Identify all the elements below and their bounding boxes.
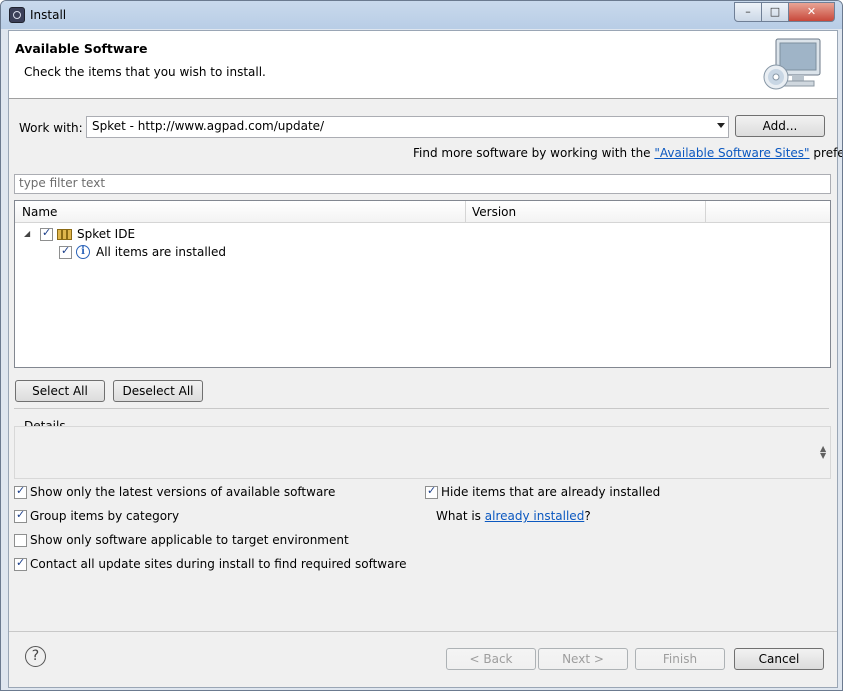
what-is-installed-text: What is already installed? [436, 509, 591, 523]
spket-ide-checkbox[interactable] [40, 226, 53, 241]
select-all-button[interactable]: Select All [15, 380, 105, 402]
what-is-prefix: What is [436, 509, 481, 523]
install-window: Install – □ ✕ Available Software Check t… [0, 0, 843, 691]
filter-input[interactable]: type filter text [14, 174, 831, 194]
close-button[interactable]: ✕ [788, 2, 835, 22]
column-separator[interactable] [705, 201, 706, 222]
find-more-text: Find more software by working with the "… [413, 146, 842, 160]
finish-button[interactable]: Finish [635, 648, 725, 670]
hide-installed-label: Hide items that are already installed [441, 485, 661, 499]
dropdown-arrow-icon[interactable] [717, 123, 725, 128]
show-latest-label: Show only the latest versions of availab… [30, 485, 336, 499]
show-applicable-label: Show only software applicable to target … [30, 533, 349, 547]
maximize-button[interactable]: □ [761, 2, 789, 22]
column-version-header[interactable]: Version [472, 205, 516, 219]
hide-installed-checkbox[interactable] [425, 484, 438, 499]
window-title: Install [30, 8, 67, 22]
tree-row-spket-ide[interactable]: ◢ Spket IDE [15, 225, 830, 243]
tree-row-all-installed[interactable]: i All items are installed [15, 243, 830, 261]
dialog-client: Available Software Check the items that … [8, 30, 842, 688]
column-name-header[interactable]: Name [22, 205, 57, 219]
work-with-label: Work with: [19, 121, 83, 135]
group-by-category-label: Group items by category [30, 509, 180, 523]
details-scroll-arrows[interactable]: ▲ ▼ [820, 445, 826, 460]
work-with-combo[interactable]: Spket - http://www.agpad.com/update/ [86, 116, 729, 138]
find-more-suffix: preferences. [813, 146, 842, 160]
help-icon[interactable]: ? [25, 646, 46, 667]
cancel-button[interactable]: Cancel [734, 648, 824, 670]
separator [14, 408, 829, 409]
show-latest-checkbox[interactable] [14, 484, 27, 499]
column-separator[interactable] [465, 201, 466, 222]
all-installed-checkbox[interactable] [59, 244, 72, 259]
expand-triangle-icon[interactable]: ◢ [24, 229, 30, 238]
tree-header: Name Version [15, 201, 830, 223]
work-with-value: Spket - http://www.agpad.com/update/ [92, 119, 325, 133]
contact-sites-checkbox[interactable] [14, 556, 27, 571]
add-site-button[interactable]: Add... [735, 115, 825, 137]
find-more-prefix: Find more software by working with the [413, 146, 651, 160]
banner-title: Available Software [15, 41, 148, 56]
details-area[interactable]: ▲ ▼ [14, 426, 831, 479]
title-bar[interactable]: Install – □ ✕ [1, 1, 842, 29]
install-wizard-icon [763, 38, 821, 90]
banner: Available Software Check the items that … [9, 31, 837, 99]
next-button[interactable]: Next > [538, 648, 628, 670]
what-is-suffix: ? [584, 509, 591, 523]
eclipse-app-icon [9, 7, 25, 23]
available-software-sites-link[interactable]: "Available Software Sites" [654, 146, 809, 160]
minimize-button[interactable]: – [734, 2, 762, 22]
all-installed-label: All items are installed [96, 245, 227, 259]
deselect-all-button[interactable]: Deselect All [113, 380, 203, 402]
show-applicable-checkbox[interactable] [14, 534, 27, 547]
info-icon: i [76, 245, 90, 259]
back-button[interactable]: < Back [446, 648, 536, 670]
already-installed-link[interactable]: already installed [485, 509, 585, 523]
contact-sites-label: Contact all update sites during install … [30, 557, 407, 571]
group-by-category-checkbox[interactable] [14, 508, 27, 523]
software-tree[interactable]: Name Version ◢ Spket IDE i All items are… [14, 200, 831, 368]
footer-separator [9, 631, 837, 632]
filter-placeholder: type filter text [19, 176, 106, 190]
spket-ide-label: Spket IDE [77, 227, 136, 241]
category-icon [57, 229, 72, 240]
banner-subtitle: Check the items that you wish to install… [24, 65, 266, 79]
